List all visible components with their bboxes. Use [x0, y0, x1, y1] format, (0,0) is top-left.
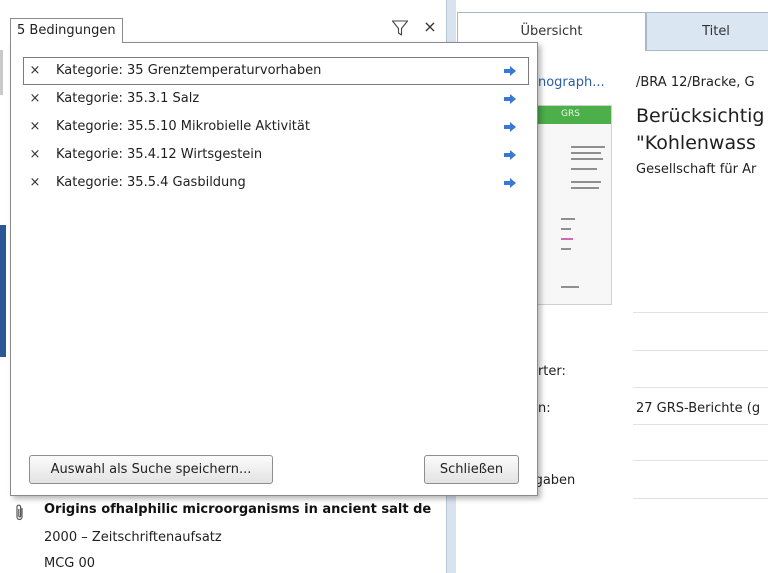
filter-bar: 5 Bedingungen ×: [10, 13, 446, 43]
result-title: Origins ofhalphilic microorganisms in an…: [44, 502, 432, 517]
cover-text-line: [571, 168, 597, 170]
arrow-right-icon[interactable]: [504, 122, 516, 132]
cover-text-line: [561, 218, 575, 220]
conditions-list: × Kategorie: 35 Grenztemperaturvorhaben …: [23, 57, 529, 197]
field-separator: [633, 350, 768, 351]
arrow-right-icon[interactable]: [504, 178, 516, 188]
funnel-icon[interactable]: [391, 19, 409, 37]
cover-text-line: [571, 181, 601, 183]
cover-text-line: [571, 152, 601, 154]
cover-logo-text: GRS: [561, 109, 580, 119]
tab-titel[interactable]: Titel: [646, 12, 768, 51]
series-value[interactable]: 27 GRS-Berichte (g: [636, 401, 760, 416]
list-edge-marker: [0, 50, 3, 95]
save-search-button[interactable]: Auswahl als Suche speichern...: [29, 455, 273, 484]
arrow-right-icon[interactable]: [504, 94, 516, 104]
cover-text-line: [561, 286, 579, 288]
cover-thumbnail[interactable]: GRS: [530, 105, 612, 305]
reference-title: Berücksichtig "Kohlenwass: [636, 103, 764, 157]
remove-condition-icon[interactable]: ×: [28, 58, 42, 84]
cover-logo-mark: [561, 238, 573, 240]
condition-row[interactable]: × Kategorie: 35 Grenztemperaturvorhaben: [23, 57, 529, 85]
field-separator: [633, 424, 768, 425]
remove-condition-icon[interactable]: ×: [28, 142, 42, 168]
arrow-right-icon[interactable]: [504, 150, 516, 160]
cover-text-line: [561, 228, 571, 230]
cover-text-line: [571, 146, 605, 148]
attachment-icon: [16, 504, 23, 521]
field-separator: [633, 498, 768, 499]
condition-label: Kategorie: 35.5.10 Mikrobielle Aktivität: [56, 119, 310, 134]
remove-condition-icon[interactable]: ×: [28, 86, 42, 112]
publisher-line: Gesellschaft für Ar: [636, 162, 757, 177]
result-code: MCG 00: [44, 556, 96, 571]
condition-row[interactable]: × Kategorie: 35.5.4 Gasbildung: [23, 169, 529, 197]
reference-title-line-1: Berücksichtig: [636, 105, 765, 127]
arrow-right-icon[interactable]: [504, 66, 516, 76]
close-button[interactable]: Schließen: [424, 455, 519, 484]
authors-line: /BRA 12/Bracke, G: [636, 75, 755, 90]
selection-edge-marker: [0, 225, 6, 357]
condition-row[interactable]: × Kategorie: 35.5.10 Mikrobielle Aktivit…: [23, 113, 529, 141]
result-meta: 2000 – Zeitschriftenaufsatz: [44, 530, 222, 545]
conditions-popup: × Kategorie: 35 Grenztemperaturvorhaben …: [10, 42, 538, 496]
field-separator: [633, 312, 768, 313]
condition-label: Kategorie: 35.5.4 Gasbildung: [56, 175, 246, 190]
condition-row[interactable]: × Kategorie: 35.4.12 Wirtsgestein: [23, 141, 529, 169]
remove-condition-icon[interactable]: ×: [28, 114, 42, 140]
condition-row[interactable]: × Kategorie: 35.3.1 Salz: [23, 85, 529, 113]
reference-title-line-2: "Kohlenwass: [636, 132, 756, 154]
cover-text-line: [571, 158, 603, 160]
condition-label: Kategorie: 35.4.12 Wirtsgestein: [56, 147, 263, 162]
field-separator: [633, 387, 768, 388]
condition-label: Kategorie: 35.3.1 Salz: [56, 91, 200, 106]
condition-label: Kategorie: 35 Grenztemperaturvorhaben: [56, 63, 322, 78]
field-separator: [633, 460, 768, 461]
conditions-dropdown[interactable]: 5 Bedingungen: [10, 18, 123, 43]
cover-text-line: [561, 248, 571, 250]
clear-filter-icon[interactable]: ×: [422, 18, 438, 36]
reference-type-link[interactable]: onograph...: [530, 75, 605, 90]
cover-text-line: [571, 187, 599, 189]
tab-divider: [646, 50, 768, 51]
remove-condition-icon[interactable]: ×: [28, 170, 42, 196]
